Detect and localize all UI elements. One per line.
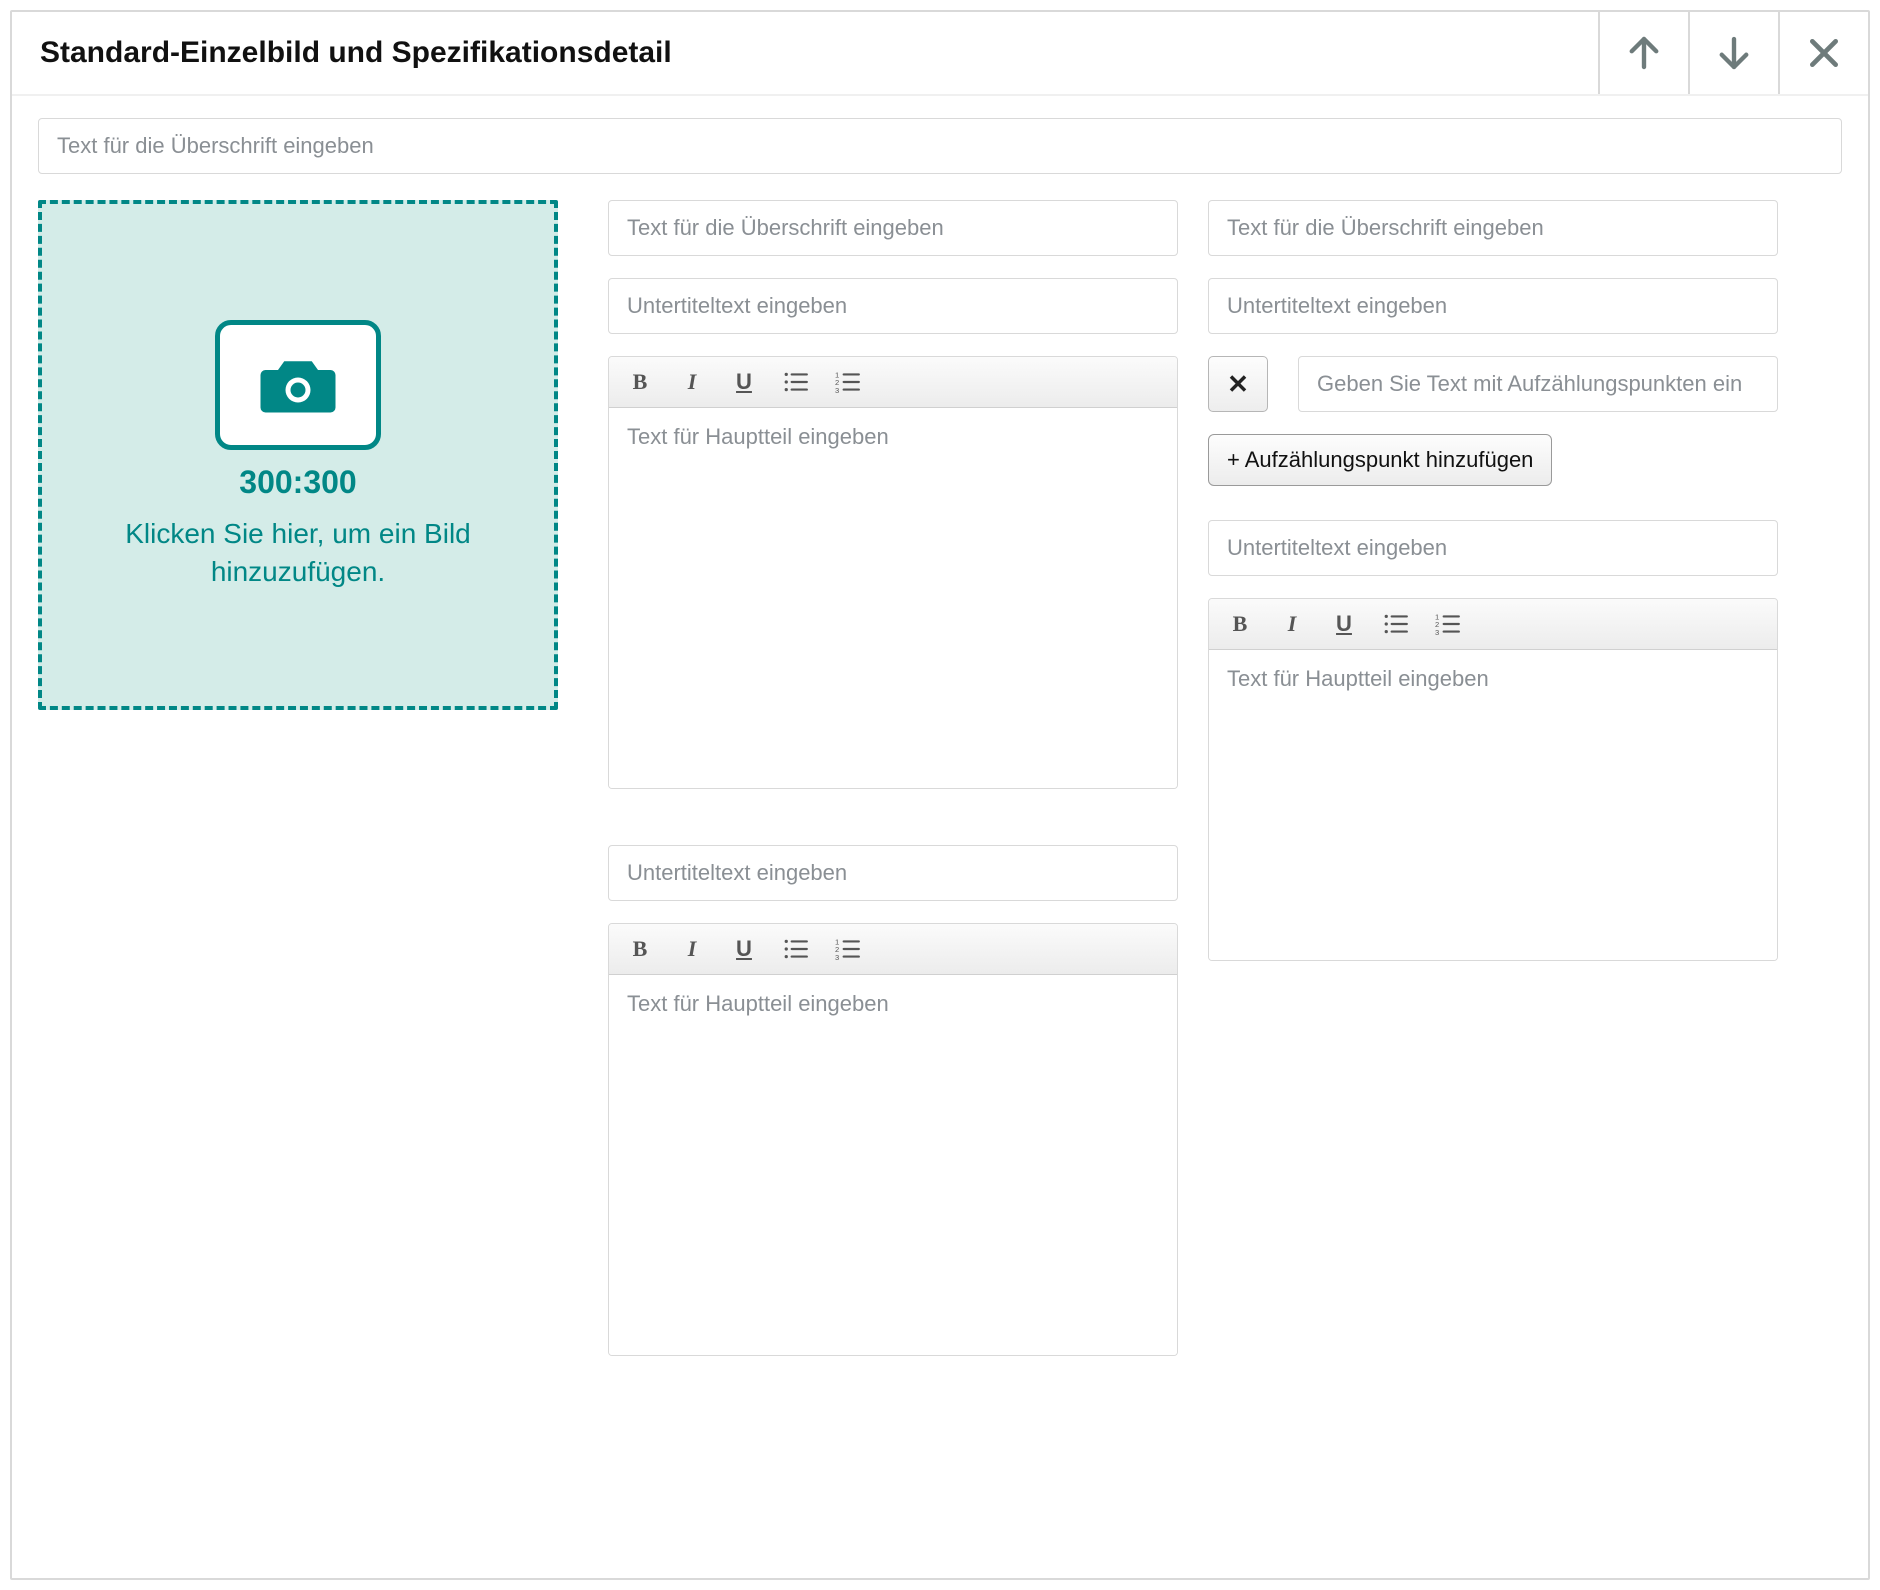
module-panel: Standard-Einzelbild und Spezifikationsde… xyxy=(10,10,1870,1580)
right-subtitle1-input[interactable] xyxy=(1208,278,1778,334)
italic-button[interactable]: I xyxy=(675,932,709,966)
italic-button[interactable]: I xyxy=(1275,607,1309,641)
panel-body: 300:300 Klicken Sie hier, um ein Bild hi… xyxy=(12,94,1868,1578)
svg-text:3: 3 xyxy=(835,953,839,960)
bullet-text-input[interactable] xyxy=(1298,356,1778,412)
right-body-editor: B I U 123 Text für Hauptteil eingeben xyxy=(1208,598,1778,961)
main-heading-input[interactable] xyxy=(38,118,1842,174)
panel-header: Standard-Einzelbild und Spezifikationsde… xyxy=(12,12,1868,96)
underline-button[interactable]: U xyxy=(1327,607,1361,641)
arrow-up-icon xyxy=(1623,32,1665,74)
move-down-button[interactable] xyxy=(1688,12,1778,94)
bold-button[interactable]: B xyxy=(623,365,657,399)
bold-button[interactable]: B xyxy=(1223,607,1257,641)
right-column: ✕ + Aufzählungspunkt hinzufügen B I U xyxy=(1208,200,1778,1356)
mid-subtitle1-input[interactable] xyxy=(608,278,1178,334)
unordered-list-icon xyxy=(783,938,809,960)
ordered-list-icon: 123 xyxy=(835,938,861,960)
ordered-list-button[interactable]: 123 xyxy=(1431,607,1465,641)
underline-button[interactable]: U xyxy=(727,932,761,966)
move-up-button[interactable] xyxy=(1598,12,1688,94)
rte-toolbar: B I U 123 xyxy=(609,357,1177,408)
arrow-down-icon xyxy=(1713,32,1755,74)
italic-button[interactable]: I xyxy=(675,365,709,399)
bold-button[interactable]: B xyxy=(623,932,657,966)
ordered-list-button[interactable]: 123 xyxy=(831,365,865,399)
add-bullet-button[interactable]: + Aufzählungspunkt hinzufügen xyxy=(1208,434,1552,486)
remove-bullet-button[interactable]: ✕ xyxy=(1208,356,1268,412)
close-icon xyxy=(1804,33,1844,73)
ordered-list-button[interactable]: 123 xyxy=(831,932,865,966)
camera-icon-box xyxy=(215,320,381,450)
unordered-list-button[interactable] xyxy=(779,365,813,399)
right-subtitle2-input[interactable] xyxy=(1208,520,1778,576)
image-dropzone[interactable]: 300:300 Klicken Sie hier, um ein Bild hi… xyxy=(38,200,558,710)
right-heading-input[interactable] xyxy=(1208,200,1778,256)
mid-body1-textarea[interactable]: Text für Hauptteil eingeben xyxy=(609,408,1177,788)
ordered-list-icon: 123 xyxy=(835,371,861,393)
mid-body1-editor: B I U 123 Text für Hauptteil eingeben xyxy=(608,356,1178,789)
columns: 300:300 Klicken Sie hier, um ein Bild hi… xyxy=(38,200,1842,1356)
ordered-list-icon: 123 xyxy=(1435,613,1461,635)
dropzone-text: Klicken Sie hier, um ein Bild hinzuzufüg… xyxy=(42,515,554,591)
bullet-row: ✕ xyxy=(1208,356,1778,412)
mid-body2-editor: B I U 123 Text für Hauptteil eingeben xyxy=(608,923,1178,1356)
mid-subtitle2-input[interactable] xyxy=(608,845,1178,901)
mid-body2-textarea[interactable]: Text für Hauptteil eingeben xyxy=(609,975,1177,1355)
camera-icon xyxy=(258,355,338,415)
unordered-list-icon xyxy=(1383,613,1409,635)
panel-title: Standard-Einzelbild und Spezifikationsde… xyxy=(12,12,1598,94)
svg-text:3: 3 xyxy=(835,386,839,393)
remove-module-button[interactable] xyxy=(1778,12,1868,94)
mid-heading-input[interactable] xyxy=(608,200,1178,256)
unordered-list-button[interactable] xyxy=(779,932,813,966)
middle-column: B I U 123 Text für Hauptteil eingeben xyxy=(608,200,1178,1356)
svg-text:3: 3 xyxy=(1435,628,1439,635)
rte-toolbar: B I U 123 xyxy=(609,924,1177,975)
unordered-list-button[interactable] xyxy=(1379,607,1413,641)
rte-toolbar: B I U 123 xyxy=(1209,599,1777,650)
unordered-list-icon xyxy=(783,371,809,393)
image-column: 300:300 Klicken Sie hier, um ein Bild hi… xyxy=(38,200,578,1356)
right-body-textarea[interactable]: Text für Hauptteil eingeben xyxy=(1209,650,1777,960)
image-ratio-label: 300:300 xyxy=(239,464,356,501)
underline-button[interactable]: U xyxy=(727,365,761,399)
